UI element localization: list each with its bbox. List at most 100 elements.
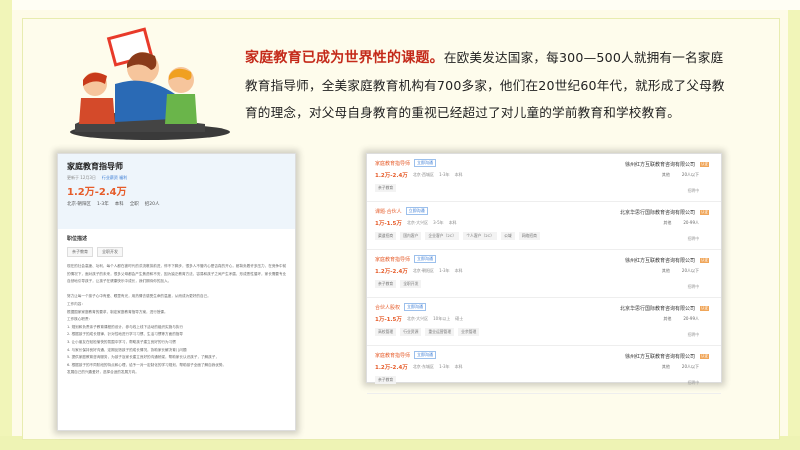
job-updated: 更新于 12月3日: [67, 175, 96, 180]
job-description-line: 4. 与家长保持良好沟通，定期反馈孩子的成长情况，协助家长解决育儿问题: [67, 347, 187, 352]
job-card-req: 10年以上: [433, 316, 451, 321]
verified-badge: 认证: [700, 306, 709, 311]
job-card-tag: 亲子教育: [375, 376, 397, 384]
job-card-req: 本科: [454, 364, 463, 369]
job-card-title[interactable]: 家庭教育指导师: [375, 160, 410, 167]
company-name[interactable]: 徐州红方互联教育咨询有限公司: [625, 257, 695, 264]
company-info: 其他 20人以下: [662, 268, 699, 274]
job-info-item: 本科: [114, 202, 124, 207]
verified-badge: 认证: [700, 354, 709, 359]
job-card-req: 北京·大兴区: [406, 316, 429, 321]
company-info: 其他 20-99人: [663, 316, 699, 322]
company-info-item: 其他: [663, 220, 672, 225]
job-card-title[interactable]: 家庭教育指导师: [375, 352, 410, 359]
job-detail-screenshot: 家庭教育指导师 更新于 12月3日 行业薪资 福利 1.2万-2.4万 北京·朝…: [57, 153, 296, 431]
job-detail-header: 家庭教育指导师 更新于 12月3日 行业薪资 福利 1.2万-2.4万 北京·朝…: [58, 154, 295, 229]
job-card-tag: 网络招商: [518, 232, 540, 240]
job-card-title[interactable]: 家庭教育指导师: [375, 256, 410, 263]
company-name[interactable]: 徐州红方互联教育咨询有限公司: [625, 161, 695, 168]
job-card-req: 北京·大兴区: [406, 220, 429, 225]
job-info-item: 招20人: [144, 202, 160, 207]
intro-paragraph: 家庭教育已成为世界性的课题。在欧美发达国家，每300—500人就拥有一名家庭教育…: [245, 44, 735, 126]
job-card-salary: 1.2万-2.4万: [375, 365, 408, 371]
chat-button[interactable]: 立即沟通: [414, 351, 437, 359]
company-info-item: 其他: [661, 172, 670, 177]
frame-right: [788, 0, 800, 450]
company-name[interactable]: 北京华思行国际教育咨询有限公司: [620, 209, 695, 216]
job-card-req: 本科: [448, 220, 457, 225]
family-reading-illustration: [70, 27, 230, 140]
job-card[interactable]: 家庭教育指导师 立即沟通 徐州红方互联教育咨询有限公司 认证 1.2万-2.4万 北京·朝…: [367, 250, 721, 298]
job-meta: 更新于 12月3日 行业薪资 福利: [67, 175, 286, 181]
job-card-tag: 亲子教育: [375, 280, 397, 288]
job-description-line: 1. 规划和负责亲子教育课程的设计，参与线上线下活动的组织实施与执行: [67, 324, 183, 329]
company-info-item: 20人以下: [681, 268, 699, 273]
company-info-item: 20人以下: [681, 364, 699, 369]
job-card-tags: 亲子教育: [375, 184, 713, 192]
job-description-line: 3. 让小朋友在轻松愉快的氛围中学习，帮助孩子建立良好的行为习惯: [67, 339, 176, 344]
job-card-tag: 渠道招商: [375, 232, 397, 240]
job-info-item: 北京·朝阳区: [67, 202, 91, 207]
frame-top: [12, 0, 800, 10]
job-card-status: 招聘中: [687, 332, 699, 337]
job-card-req: 硕士: [455, 316, 464, 321]
company-info: 其他 20人以下: [662, 364, 699, 370]
job-card-req: 1-3年: [439, 364, 450, 369]
job-tag[interactable]: 行业薪资 福利: [102, 175, 127, 181]
job-description-body: 现在的社会高速、功利、每个人都在被时代的洪流裹挟前进，停不下脚步，很多人不管内心…: [67, 263, 286, 377]
job-description-line: 2. 根据孩子的成长规律，针对性地进行学习习惯、生活习惯等方面的指导: [67, 332, 183, 337]
company-info-item: 其他: [661, 268, 670, 273]
job-card-tag: 国内客户: [400, 232, 422, 240]
job-card-status: 招聘中: [687, 236, 699, 241]
job-card-status: 招聘中: [687, 284, 699, 289]
job-card-salary: 1.2万-2.4万: [375, 269, 408, 275]
frame-left: [0, 0, 12, 450]
chat-button[interactable]: 立即沟通: [414, 159, 437, 167]
company-info-item: 20人以下: [681, 172, 699, 177]
intro-highlight: 家庭教育已成为世界性的课题。: [245, 50, 444, 66]
job-description-line: 的情况下，面对孩子的未来，很多父母都会产生焦虑和不安，因为缺乏教育方法，容易和孩…: [67, 271, 286, 276]
company-name[interactable]: 北京华思行国际教育咨询有限公司: [620, 305, 695, 312]
job-card-tags: 渠道招商 国内客户 企业客户（2C） 个人客户（2C） 公域 网络招商: [375, 232, 713, 240]
company-info-item: 其他: [661, 364, 670, 369]
job-card-tag: 全职开发: [400, 280, 422, 288]
job-card-req: 本科: [454, 172, 463, 177]
job-tags: 亲子教育 全职开发: [67, 247, 286, 257]
job-skill-tag: 亲子教育: [67, 247, 93, 257]
job-card-req: 1-3年: [439, 172, 450, 177]
job-card-req: 北京·西城区: [412, 172, 435, 177]
job-card-tag: 企业客户（2C）: [425, 232, 460, 240]
job-salary: 1.2万-2.4万: [67, 187, 127, 198]
job-description-line: 努力让每一个孩子心中有爱、眼里有光，用热情去感受生命的温度，从而成为更好的自己。: [67, 294, 211, 299]
job-card-title[interactable]: 课题·合伙人: [375, 208, 402, 215]
job-description-line: 自然地引导孩子，让孩子在健康快乐中成长，我们期待你的加入。: [67, 279, 172, 284]
job-card-tags: 高校管理 行业资源 重业运营管理 业余管理: [375, 328, 713, 336]
job-description-line: 6. 根据孩子的不同阶段的特点和心理，给予一对一定制化的学习规划，帮助孩子全面了…: [67, 362, 227, 367]
job-card-salary: 1万-1.5万: [375, 221, 402, 227]
job-description-line: 工作核心职责：: [67, 317, 93, 322]
job-card[interactable]: 课题·合伙人 立即沟通 北京华思行国际教育咨询有限公司 认证 1万-1.5万 北京·大兴区…: [367, 202, 721, 250]
company-info-item: 20-99人: [683, 316, 699, 321]
job-card[interactable]: 家庭教育指导师 立即沟通 徐州红方互联教育咨询有限公司 认证 1.2万-2.4万 北京·东…: [367, 346, 721, 394]
verified-badge: 认证: [700, 162, 709, 167]
chat-button[interactable]: 立即沟通: [404, 303, 427, 311]
job-info-item: 全职: [129, 202, 139, 207]
job-card-title[interactable]: 合伙人股权: [375, 304, 400, 311]
job-card[interactable]: 合伙人股权 立即沟通 北京华思行国际教育咨询有限公司 认证 1万-1.5万 北京·大兴区 1…: [367, 298, 721, 346]
chat-button[interactable]: 立即沟通: [405, 207, 428, 215]
job-info: 北京·朝阳区 1-3年 本科 全职 招20人: [67, 201, 286, 207]
company-info-item: 20-99人: [683, 220, 699, 225]
company-name[interactable]: 徐州红方互联教育咨询有限公司: [625, 353, 695, 360]
job-description-line: 根据国家家庭教育的要求，制定家庭教育指导方案，进行授课。: [67, 309, 168, 314]
job-card-tag: 亲子教育: [375, 184, 397, 192]
job-card-reqs: 1万-1.5万 北京·大兴区 10年以上 硕士: [375, 315, 713, 323]
chat-button[interactable]: 立即沟通: [414, 255, 437, 263]
job-description-line: 5. 提供家庭教育咨询服务，为孩子及家长建立良好的沟通桥梁，帮助家长认识孩子，了…: [67, 355, 219, 360]
verified-badge: 认证: [700, 258, 709, 263]
company-info: 其他 20人以下: [662, 172, 699, 178]
job-card-status: 招聘中: [687, 380, 699, 385]
job-description-line: [67, 286, 286, 294]
job-card[interactable]: 家庭教育指导师 立即沟通 徐州红方互联教育咨询有限公司 认证 1.2万-2.4万 北京·西…: [367, 154, 721, 202]
job-card-tag: 业余管理: [458, 328, 480, 336]
job-card-salary: 1.2万-2.4万: [375, 173, 408, 179]
